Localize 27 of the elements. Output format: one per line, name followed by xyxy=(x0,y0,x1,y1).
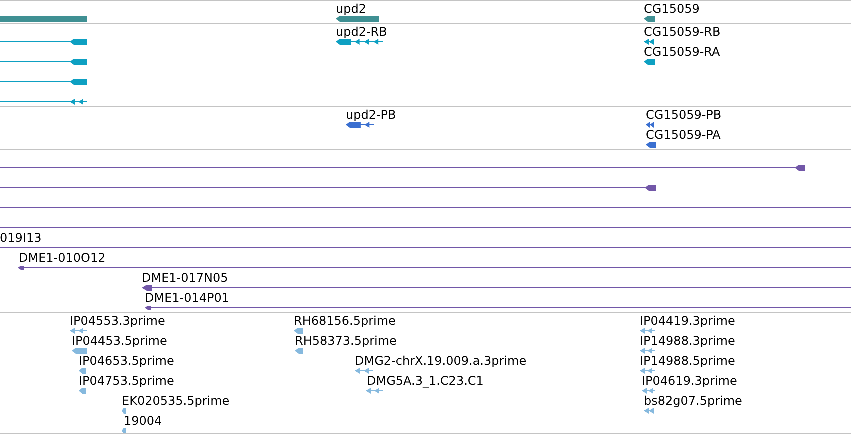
feature-label: EK020535.5prime xyxy=(122,394,230,408)
feature-label: RH58373.5prime xyxy=(295,334,397,348)
feature-label: 19004 xyxy=(124,414,162,428)
feature-label: DMG5A.3_1.C23.C1 xyxy=(367,374,484,388)
feature-label: DME1-017N05 xyxy=(142,271,228,285)
feature-label: IP04619.3prime xyxy=(642,374,738,388)
feature-label: CG15059-PB xyxy=(646,108,722,122)
feature-label: IP04653.5prime xyxy=(79,354,174,368)
feature-label: IP04419.3prime xyxy=(640,314,736,328)
feature-label: IP04753.5prime xyxy=(79,374,174,388)
feature-label: IP04453.5prime xyxy=(72,334,168,348)
feature-label: CG15059-PA xyxy=(646,128,721,142)
feature-label: 019I13 xyxy=(0,231,42,245)
feature-label: DME1-014P01 xyxy=(145,291,230,305)
feature-label: IP14988.3prime xyxy=(640,334,736,348)
feature-label: upd2-RB xyxy=(336,25,388,39)
feature-label: CG15059-RB xyxy=(644,25,721,39)
feature-label: CG15059 xyxy=(644,2,700,16)
feature-label: RH68156.5prime xyxy=(294,314,396,328)
feature-label: CG15059-RA xyxy=(644,45,720,59)
feature-label: IP14988.5prime xyxy=(640,354,736,368)
feature-label: DME1-010O12 xyxy=(19,251,106,265)
feature-label: upd2-PB xyxy=(346,108,396,122)
feature-label: DMG2-chrX.19.009.a.3prime xyxy=(355,354,527,368)
feature-label: upd2 xyxy=(336,2,366,16)
feature-label: bs82g07.5prime xyxy=(644,394,742,408)
feature-label: IP04553.3prime xyxy=(70,314,166,328)
